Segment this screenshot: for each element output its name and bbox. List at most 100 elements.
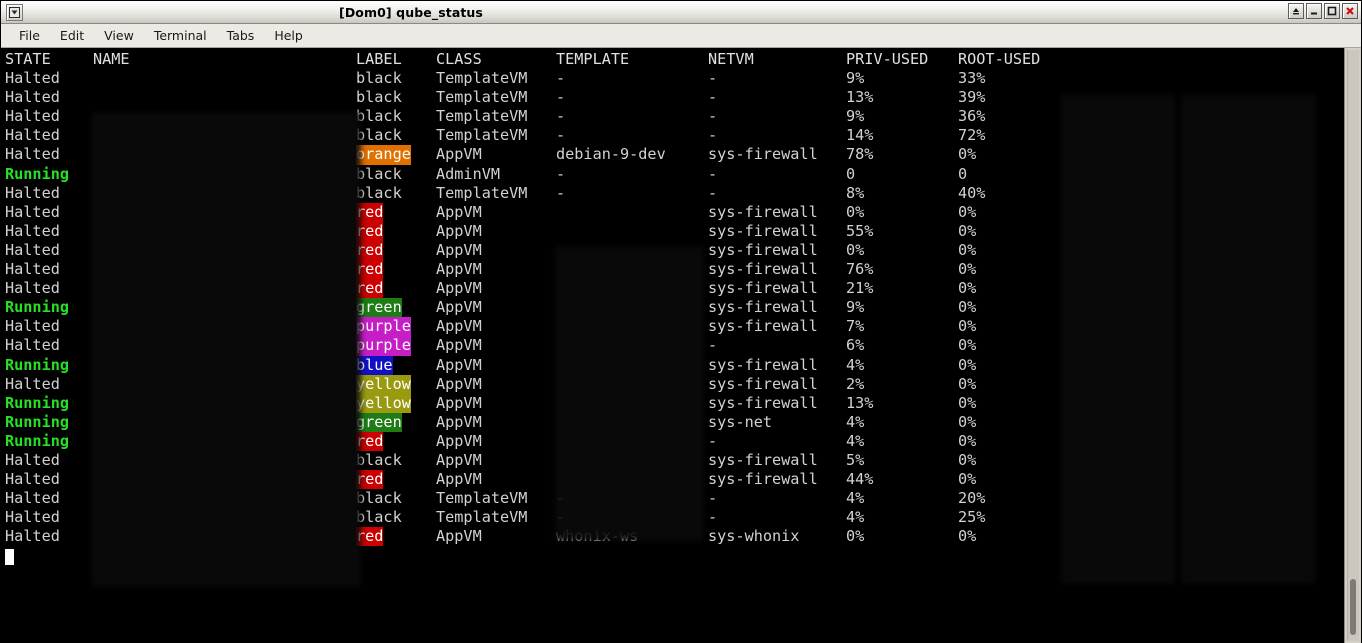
cell-state: Halted (5, 470, 60, 489)
table-row: Halted black TemplateVM - - 9% 33% (3, 69, 1344, 88)
cell-state: Halted (5, 126, 60, 145)
cell-label: red (356, 240, 384, 261)
cell-class: AppVM (436, 450, 482, 469)
cell-priv: 8% (846, 183, 865, 202)
cell-label: black (356, 450, 402, 469)
close-button[interactable] (1342, 3, 1358, 19)
cell-label: yellow (356, 374, 411, 394)
cell-class: AppVM (436, 298, 482, 317)
cell-root: 33% (958, 69, 986, 88)
menu-item-terminal[interactable]: Terminal (144, 26, 217, 45)
menu-item-file[interactable]: File (9, 26, 50, 45)
cell-state: Halted (5, 69, 60, 88)
cell-root: 0% (958, 374, 977, 393)
cell-root: 0% (958, 317, 977, 336)
title-bar[interactable]: [Dom0] qube_status (1, 1, 1361, 24)
minimize-button[interactable] (1306, 3, 1322, 19)
terminal-scrollbar[interactable] (1344, 48, 1361, 643)
cell-netvm: sys-firewall (708, 317, 818, 336)
cell-label: red (356, 470, 384, 490)
cell-netvm: - (708, 183, 718, 202)
cell-label: orange (356, 145, 411, 165)
cell-netvm: - (708, 431, 718, 450)
cell-class: AppVM (436, 374, 482, 393)
cell-root: 0% (958, 393, 977, 412)
terminal-output[interactable]: STATE NAME LABEL CLASS TEMPLATE NETVM PR… (1, 48, 1344, 643)
terminal-area: STATE NAME LABEL CLASS TEMPLATE NETVM PR… (1, 48, 1361, 643)
window-title: [Dom0] qube_status (339, 4, 483, 20)
table-row: Halted black TemplateVM - - 4% 25% (3, 508, 1344, 527)
cell-netvm: sys-firewall (708, 145, 818, 164)
cell-class: TemplateVM (436, 88, 528, 107)
cell-netvm: sys-firewall (708, 355, 818, 374)
cell-state: Running (5, 298, 70, 317)
cell-state: Halted (5, 336, 60, 355)
shade-button[interactable] (1288, 3, 1304, 19)
menu-item-help[interactable]: Help (264, 26, 313, 45)
cell-class: TemplateVM (436, 489, 528, 508)
cell-netvm: sys-firewall (708, 470, 818, 489)
cell-priv: 14% (846, 126, 874, 145)
cell-state: Halted (5, 88, 60, 107)
scrollbar-thumb[interactable] (1350, 579, 1356, 635)
cell-class: AppVM (436, 431, 482, 450)
cell-state: Running (5, 431, 70, 450)
cell-template: - (556, 88, 566, 107)
window-controls (1288, 3, 1358, 19)
cell-netvm: - (708, 107, 718, 126)
cell-root: 20% (958, 489, 986, 508)
cell-netvm: sys-firewall (708, 202, 818, 221)
maximize-button[interactable] (1324, 3, 1340, 19)
cell-class: AdminVM (436, 164, 501, 183)
table-row: Running green AppVM sys-net 4% 0% (3, 412, 1344, 432)
cell-priv: 4% (846, 489, 865, 508)
cell-root: 72% (958, 126, 986, 145)
cell-state: Running (5, 164, 70, 183)
column-header-class: CLASS (436, 50, 482, 68)
cell-class: AppVM (436, 240, 482, 259)
cell-class: AppVM (436, 470, 482, 489)
cell-template: - (556, 107, 566, 126)
table-header-row: STATE NAME LABEL CLASS TEMPLATE NETVM PR… (3, 50, 1344, 69)
cell-netvm: sys-firewall (708, 260, 818, 279)
column-header-name: NAME (93, 50, 130, 68)
cell-root: 0% (958, 355, 977, 374)
cell-priv: 0% (846, 240, 865, 259)
table-row: Halted black TemplateVM - - 14% 72% (3, 126, 1344, 145)
table-row: Running black AdminVM - - 0 0 (3, 165, 1344, 184)
table-row: Halted red AppVM sys-firewall 0% 0% (3, 202, 1344, 222)
menu-item-view[interactable]: View (94, 26, 144, 45)
terminal-window: [Dom0] qube_status File Edit View Termin… (0, 0, 1362, 643)
cell-root: 0% (958, 202, 977, 221)
cell-label: black (356, 126, 402, 145)
cell-root: 0% (958, 336, 977, 355)
cell-netvm: sys-firewall (708, 221, 818, 240)
cell-label: black (356, 489, 402, 508)
cell-root: 0% (958, 470, 977, 489)
cell-state: Halted (5, 202, 60, 221)
cell-class: AppVM (436, 393, 482, 412)
cell-label: black (356, 107, 402, 126)
cell-class: TemplateVM (436, 69, 528, 88)
cell-netvm: - (708, 336, 718, 355)
cell-netvm: sys-firewall (708, 374, 818, 393)
menu-item-edit[interactable]: Edit (50, 26, 94, 45)
table-row: Halted black TemplateVM - - 13% 39% (3, 88, 1344, 107)
menu-item-tabs[interactable]: Tabs (217, 26, 265, 45)
cell-class: TemplateVM (436, 183, 528, 202)
table-row: Halted black TemplateVM - - 4% 20% (3, 489, 1344, 508)
cell-label: red (356, 260, 384, 280)
table-row: Halted red AppVM sys-firewall 0% 0% (3, 240, 1344, 261)
cell-label: green (356, 412, 402, 432)
cell-label: red (356, 527, 384, 547)
cell-label: purple (356, 336, 411, 356)
cell-root: 40% (958, 183, 986, 202)
cell-netvm: sys-firewall (708, 450, 818, 469)
cell-netvm: sys-net (708, 412, 773, 431)
cell-state: Halted (5, 374, 60, 393)
scrollbar-trough[interactable] (1347, 50, 1359, 641)
cell-root: 0% (958, 145, 977, 164)
cell-template: - (556, 164, 566, 183)
table-row: Running yellow AppVM sys-firewall 13% 0% (3, 393, 1344, 413)
window-menu-icon[interactable] (6, 3, 23, 21)
